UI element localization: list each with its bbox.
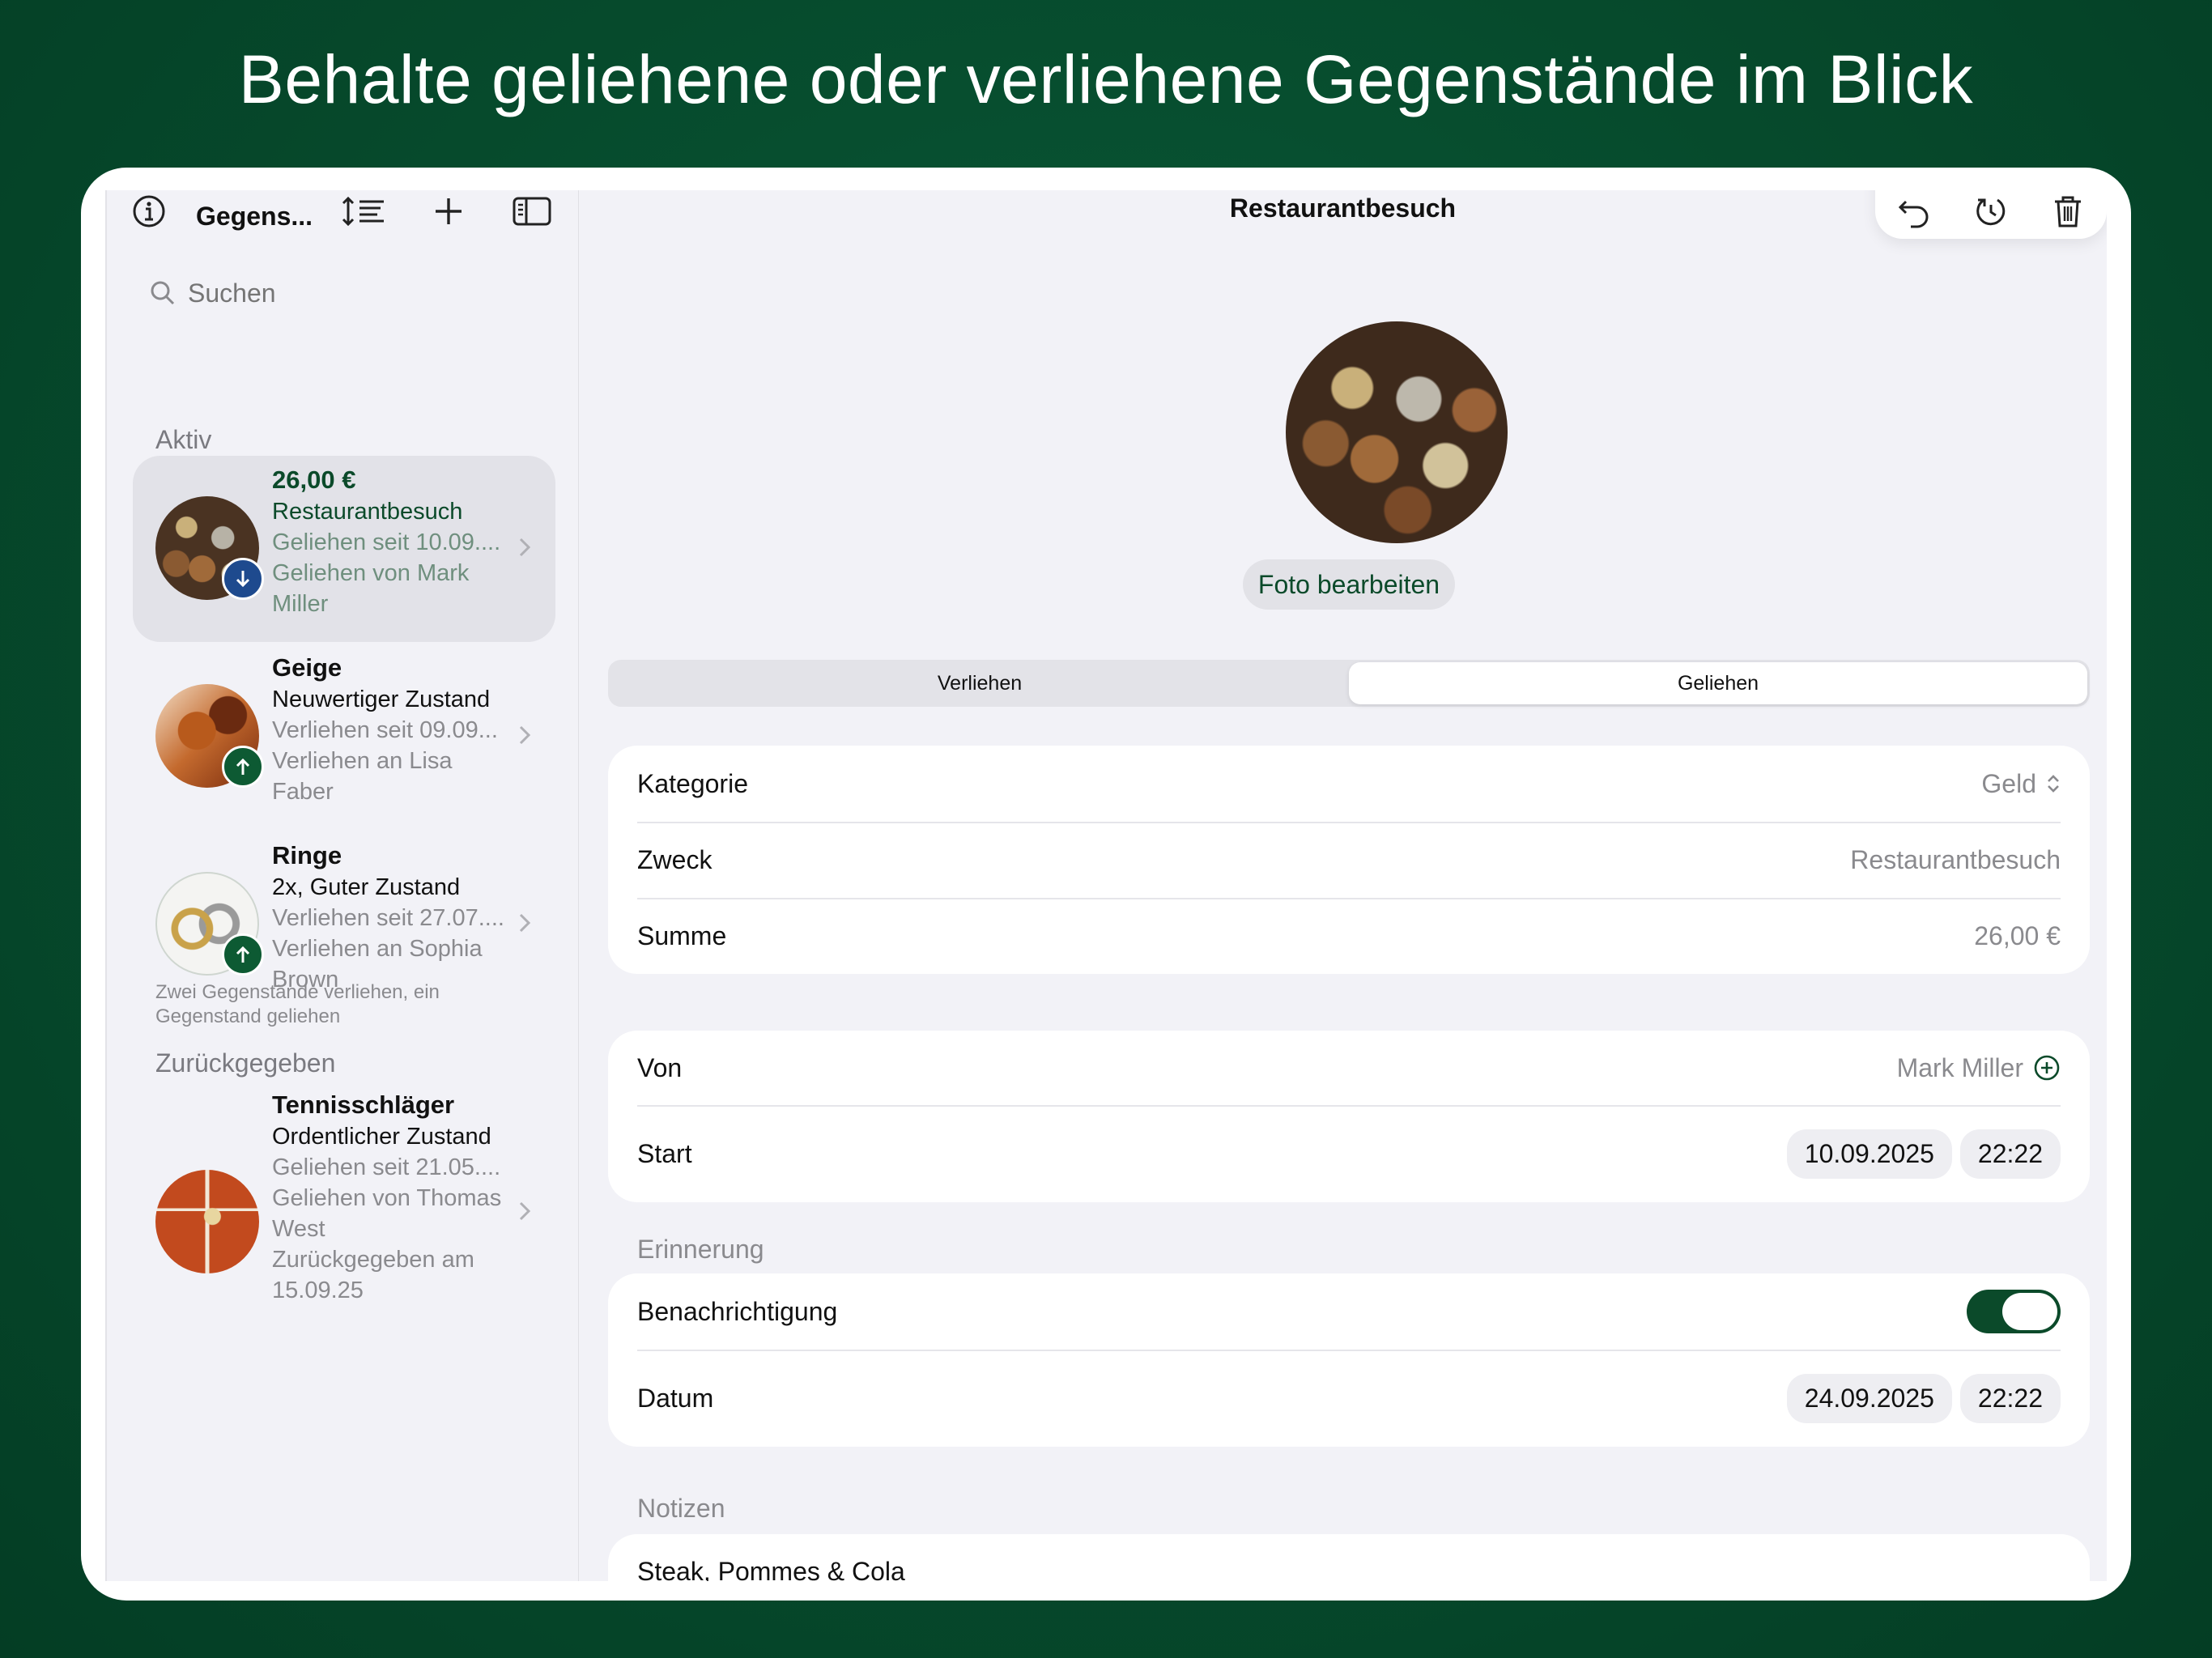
list-footnote: Zwei Gegenstände verliehen, ein Gegensta… (155, 981, 440, 1027)
reminder-date-picker[interactable]: 24.09.2025 (1786, 1373, 1952, 1423)
item-person: Geliehen von Thomas (272, 1185, 502, 1211)
reminder-card: Benachrichtigung Datum 24.09.2025 22:22 (608, 1273, 2090, 1447)
from-value: Mark Miller (1896, 1052, 2023, 1082)
direction-segmented-control[interactable]: Verliehen Geliehen (608, 660, 2090, 707)
sort-icon[interactable] (342, 193, 387, 229)
list-item-text: Geige Neuwertiger Zustand Verliehen seit… (272, 652, 515, 807)
detail-action-bar (1875, 190, 2107, 239)
item-person: Verliehen an Sophia (272, 936, 483, 962)
info-icon[interactable] (131, 193, 167, 229)
search-icon (151, 281, 175, 305)
item-title: Ringe (272, 841, 342, 869)
purpose-value[interactable]: Restaurantbesuch (1850, 845, 2061, 875)
lent-arrow-icon (222, 933, 264, 976)
notes-card: Steak, Pommes & Cola (608, 1534, 2090, 1581)
item-person: Geliehen von Mark (272, 560, 470, 586)
sidebar-toolbar: Gegens... (107, 190, 578, 247)
segment-lent[interactable]: Verliehen (610, 662, 1349, 704)
item-title: Geige (272, 653, 342, 682)
category-value: Geld (1981, 768, 2036, 798)
item-person-cont: West (272, 1216, 325, 1242)
purpose-row[interactable]: Zweck Restaurantbesuch (608, 822, 2090, 898)
item-returned-date: 15.09.25 (272, 1278, 364, 1303)
section-header-active: Aktiv (155, 425, 212, 454)
notes-field[interactable]: Steak, Pommes & Cola (608, 1534, 2090, 1581)
borrowed-arrow-icon (222, 558, 264, 600)
sum-row[interactable]: Summe 26,00 € (608, 898, 2090, 974)
notification-toggle[interactable] (1967, 1290, 2061, 1333)
section-header-reminder: Erinnerung (637, 1235, 764, 1264)
item-photo (1286, 321, 1508, 543)
notes-text: Steak, Pommes & Cola (637, 1557, 905, 1581)
edit-photo-button[interactable]: Foto bearbeiten (1243, 559, 1455, 610)
start-time-picker[interactable]: 22:22 (1959, 1129, 2061, 1179)
search-input[interactable] (188, 278, 528, 308)
trash-icon[interactable] (2050, 193, 2086, 229)
person-card: Von Mark Miller Start 10.09.2025 22:22 (608, 1031, 2090, 1202)
item-title: 26,00 € (272, 466, 356, 494)
add-icon[interactable] (431, 193, 466, 229)
list-item-text: 26,00 € Restaurantbesuch Geliehen seit 1… (272, 464, 515, 619)
item-since: Verliehen seit 27.07.... (272, 905, 504, 931)
start-row: Start 10.09.2025 22:22 (608, 1105, 2090, 1202)
item-since: Verliehen seit 09.09... (272, 717, 498, 743)
reminder-time-picker[interactable]: 22:22 (1959, 1373, 2061, 1423)
marketing-headline: Behalte geliehene oder verliehene Gegens… (238, 41, 1974, 117)
chevron-right-icon (519, 1201, 531, 1221)
reminder-clock-icon[interactable] (1973, 193, 2009, 229)
chevron-updown-icon (2048, 775, 2059, 793)
category-label: Kategorie (637, 768, 748, 798)
sidebar-toggle-icon[interactable] (512, 193, 552, 229)
item-subtitle: Ordentlicher Zustand (272, 1124, 491, 1150)
chevron-right-icon (519, 913, 531, 933)
detail-pane: Restaurantbesuch Foto bearbeiten Verlieh… (579, 190, 2107, 1581)
item-subtitle: Restaurantbesuch (272, 499, 463, 525)
sidebar: Gegens... Aktiv 26,00 € Restaura (105, 190, 579, 1581)
list-item-tennis[interactable]: Tennisschläger Ordentlicher Zustand Geli… (133, 1081, 555, 1332)
sum-value[interactable]: 26,00 € (1974, 921, 2061, 951)
lent-arrow-icon (222, 746, 264, 788)
sum-label: Summe (637, 920, 727, 950)
chevron-right-icon (519, 725, 531, 745)
details-card: Kategorie Geld Zweck Restaurantbesuch Su… (608, 746, 2090, 974)
search-field[interactable] (133, 265, 554, 321)
from-label: Von (637, 1052, 683, 1082)
item-since: Geliehen seit 10.09.... (272, 529, 501, 555)
app-screen: Gegens... Aktiv 26,00 € Restaura (105, 190, 2107, 1581)
item-person-cont: Faber (272, 779, 334, 805)
add-contact-icon[interactable] (2033, 1054, 2061, 1082)
from-row[interactable]: Von Mark Miller (608, 1031, 2090, 1105)
tablet-frame: Gegens... Aktiv 26,00 € Restaura (81, 168, 2131, 1601)
list-item-text: Ringe 2x, Guter Zustand Verliehen seit 2… (272, 840, 515, 995)
purpose-label: Zweck (637, 844, 713, 874)
item-person: Verliehen an Lisa (272, 748, 453, 774)
category-row[interactable]: Kategorie Geld (608, 746, 2090, 822)
item-since: Geliehen seit 21.05.... (272, 1154, 501, 1180)
reminder-date-label: Datum (637, 1383, 714, 1413)
segment-borrowed[interactable]: Geliehen (1349, 662, 2087, 704)
chevron-right-icon (519, 538, 531, 557)
item-title: Tennisschläger (272, 1090, 455, 1119)
notification-row: Benachrichtigung (608, 1273, 2090, 1350)
undo-icon[interactable] (1896, 193, 1932, 229)
start-label: Start (637, 1138, 692, 1168)
item-returned: Zurückgegeben am (272, 1247, 474, 1273)
sidebar-title: Gegens... (196, 202, 313, 231)
item-subtitle: 2x, Guter Zustand (272, 874, 461, 900)
item-person-cont: Miller (272, 591, 329, 617)
reminder-date-row: Datum 24.09.2025 22:22 (608, 1350, 2090, 1447)
list-item-text: Tennisschläger Ordentlicher Zustand Geli… (272, 1089, 515, 1306)
list-item-violin[interactable]: Geige Neuwertiger Zustand Verliehen seit… (133, 644, 555, 830)
notification-label: Benachrichtigung (637, 1296, 838, 1326)
section-header-returned: Zurückgegeben (155, 1048, 336, 1078)
item-subtitle: Neuwertiger Zustand (272, 687, 491, 712)
list-item-restaurant[interactable]: 26,00 € Restaurantbesuch Geliehen seit 1… (133, 456, 555, 642)
section-header-notes: Notizen (637, 1494, 725, 1523)
start-date-picker[interactable]: 10.09.2025 (1786, 1129, 1952, 1179)
tennis-thumbnail (155, 1170, 259, 1273)
